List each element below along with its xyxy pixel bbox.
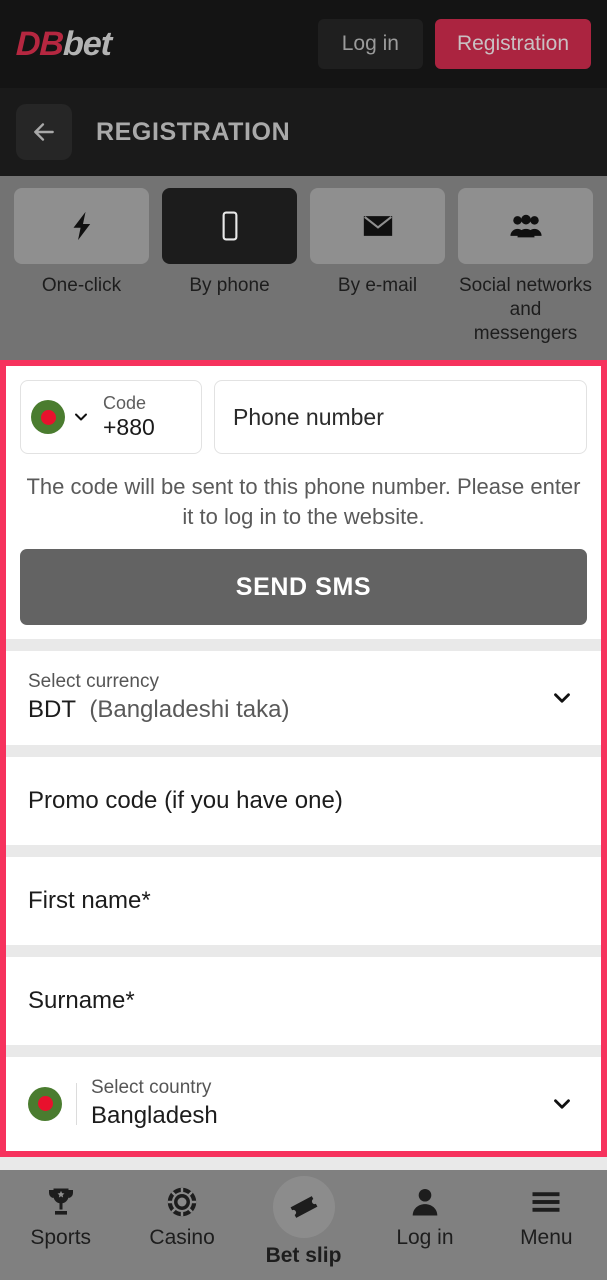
lightning-bolt-icon — [73, 211, 90, 241]
bangladesh-flag-icon — [31, 400, 65, 434]
tab-social-networks-label: Social networks and messengers — [458, 275, 593, 344]
mobile-phone-icon — [222, 211, 237, 241]
registration-form-highlight: Code +880 Phone number The code will be … — [0, 360, 607, 1157]
country-card: Select country Bangladesh — [6, 1056, 601, 1151]
surname-input[interactable]: Surname* — [20, 971, 587, 1031]
tab-by-phone-label: By phone — [189, 275, 270, 296]
surname-card: Surname* — [6, 956, 601, 1045]
flag-dot — [40, 409, 56, 425]
card-gap — [6, 639, 601, 652]
country-selector[interactable]: Select country Bangladesh — [20, 1071, 587, 1137]
chevron-down-icon — [554, 1099, 570, 1109]
promo-code-card: Promo code (if you have one) — [6, 756, 601, 845]
card-gap — [6, 1044, 601, 1057]
envelope-icon — [363, 216, 392, 236]
phone-card: Code +880 Phone number The code will be … — [6, 366, 601, 640]
logo-bet-text: bet — [62, 24, 112, 63]
phone-number-input[interactable]: Phone number — [214, 380, 587, 454]
country-value: Bangladesh — [91, 1101, 218, 1129]
nav-item-casino[interactable]: Casino — [121, 1184, 242, 1250]
currency-text: Select currency BDT (Bangladeshi taka) — [28, 671, 549, 725]
card-gap — [6, 944, 601, 957]
bangladesh-flag-icon — [28, 1086, 62, 1121]
hamburger-menu-icon — [532, 1192, 560, 1212]
nav-label-sports: Sports — [30, 1226, 92, 1249]
registration-method-tabs: One-click By phone By e-mail Social netw… — [0, 176, 607, 360]
promo-code-input[interactable]: Promo code (if you have one) — [20, 771, 587, 831]
header-registration-button[interactable]: Registration — [434, 19, 591, 69]
site-logo[interactable]: DB bet — [15, 25, 111, 64]
currency-name: (Bangladeshi taka) — [89, 696, 290, 724]
code-label: Code — [103, 393, 147, 414]
currency-code: BDT — [28, 696, 76, 724]
chevron-down-icon — [75, 413, 87, 421]
casino-chip-icon — [167, 1187, 197, 1217]
first-name-input[interactable]: First name* — [20, 871, 587, 931]
trophy-icon — [48, 1188, 73, 1215]
people-group-icon — [509, 214, 542, 238]
tab-by-email-label: By e-mail — [337, 275, 418, 296]
tabs-row: One-click By phone By e-mail Social netw… — [14, 188, 593, 345]
card-gap — [6, 744, 601, 757]
back-button[interactable] — [16, 104, 72, 160]
nav-label-casino: Casino — [149, 1226, 215, 1249]
currency-card: Select currency BDT (Bangladeshi taka) — [6, 651, 601, 745]
currency-value: BDT (Bangladeshi taka) — [28, 696, 549, 725]
tab-one-click-label: One-click — [41, 275, 122, 296]
send-sms-button[interactable]: SEND SMS — [20, 549, 587, 626]
chevron-down-icon — [554, 693, 570, 703]
tab-one-click-box — [14, 188, 149, 264]
nav-item-menu[interactable]: Menu — [486, 1184, 607, 1250]
person-icon — [412, 1188, 438, 1216]
nav-item-bet-slip[interactable]: Bet slip — [243, 1176, 364, 1268]
tab-by-phone[interactable]: By phone — [162, 188, 297, 345]
tab-one-click[interactable]: One-click — [14, 188, 149, 345]
phone-row: Code +880 Phone number — [20, 380, 587, 454]
tab-by-email[interactable]: By e-mail — [310, 188, 445, 345]
top-header: DB bet Log in Registration — [0, 0, 607, 88]
country-label: Select country — [91, 1076, 212, 1098]
sms-hint-text: The code will be sent to this phone numb… — [26, 474, 581, 529]
page-title: REGISTRATION — [96, 117, 291, 146]
tab-by-email-box — [310, 188, 445, 264]
page-subheader: REGISTRATION — [0, 88, 607, 176]
nav-item-login[interactable]: Log in — [364, 1184, 485, 1250]
code-value: +880 — [103, 414, 155, 441]
card-gap — [6, 844, 601, 857]
flag-dot — [37, 1096, 53, 1112]
bottom-navigation: Sports Casino Bet slip Log in Menu — [0, 1170, 607, 1280]
bet-ticket-icon — [290, 1196, 317, 1218]
currency-label: Select currency — [28, 671, 159, 693]
nav-item-sports[interactable]: Sports — [0, 1184, 121, 1250]
field-divider — [76, 1082, 77, 1125]
bet-slip-circle — [272, 1176, 335, 1238]
logo-db-text: DB — [15, 24, 64, 63]
tab-social-networks[interactable]: Social networks and messengers — [458, 188, 593, 345]
tab-social-networks-box — [458, 188, 593, 264]
currency-selector[interactable]: Select currency BDT (Bangladeshi taka) — [20, 665, 587, 731]
nav-label-bet-slip: Bet slip — [265, 1244, 342, 1267]
country-text: Select country Bangladesh — [91, 1077, 549, 1131]
header-login-button[interactable]: Log in — [317, 19, 423, 69]
tab-by-phone-box — [162, 188, 297, 264]
nav-label-menu: Menu — [520, 1226, 573, 1249]
code-text: Code +880 — [103, 393, 155, 440]
nav-label-login: Log in — [396, 1226, 454, 1249]
first-name-card: First name* — [6, 856, 601, 945]
arrow-left-icon — [34, 123, 54, 141]
country-code-selector[interactable]: Code +880 — [20, 380, 202, 454]
